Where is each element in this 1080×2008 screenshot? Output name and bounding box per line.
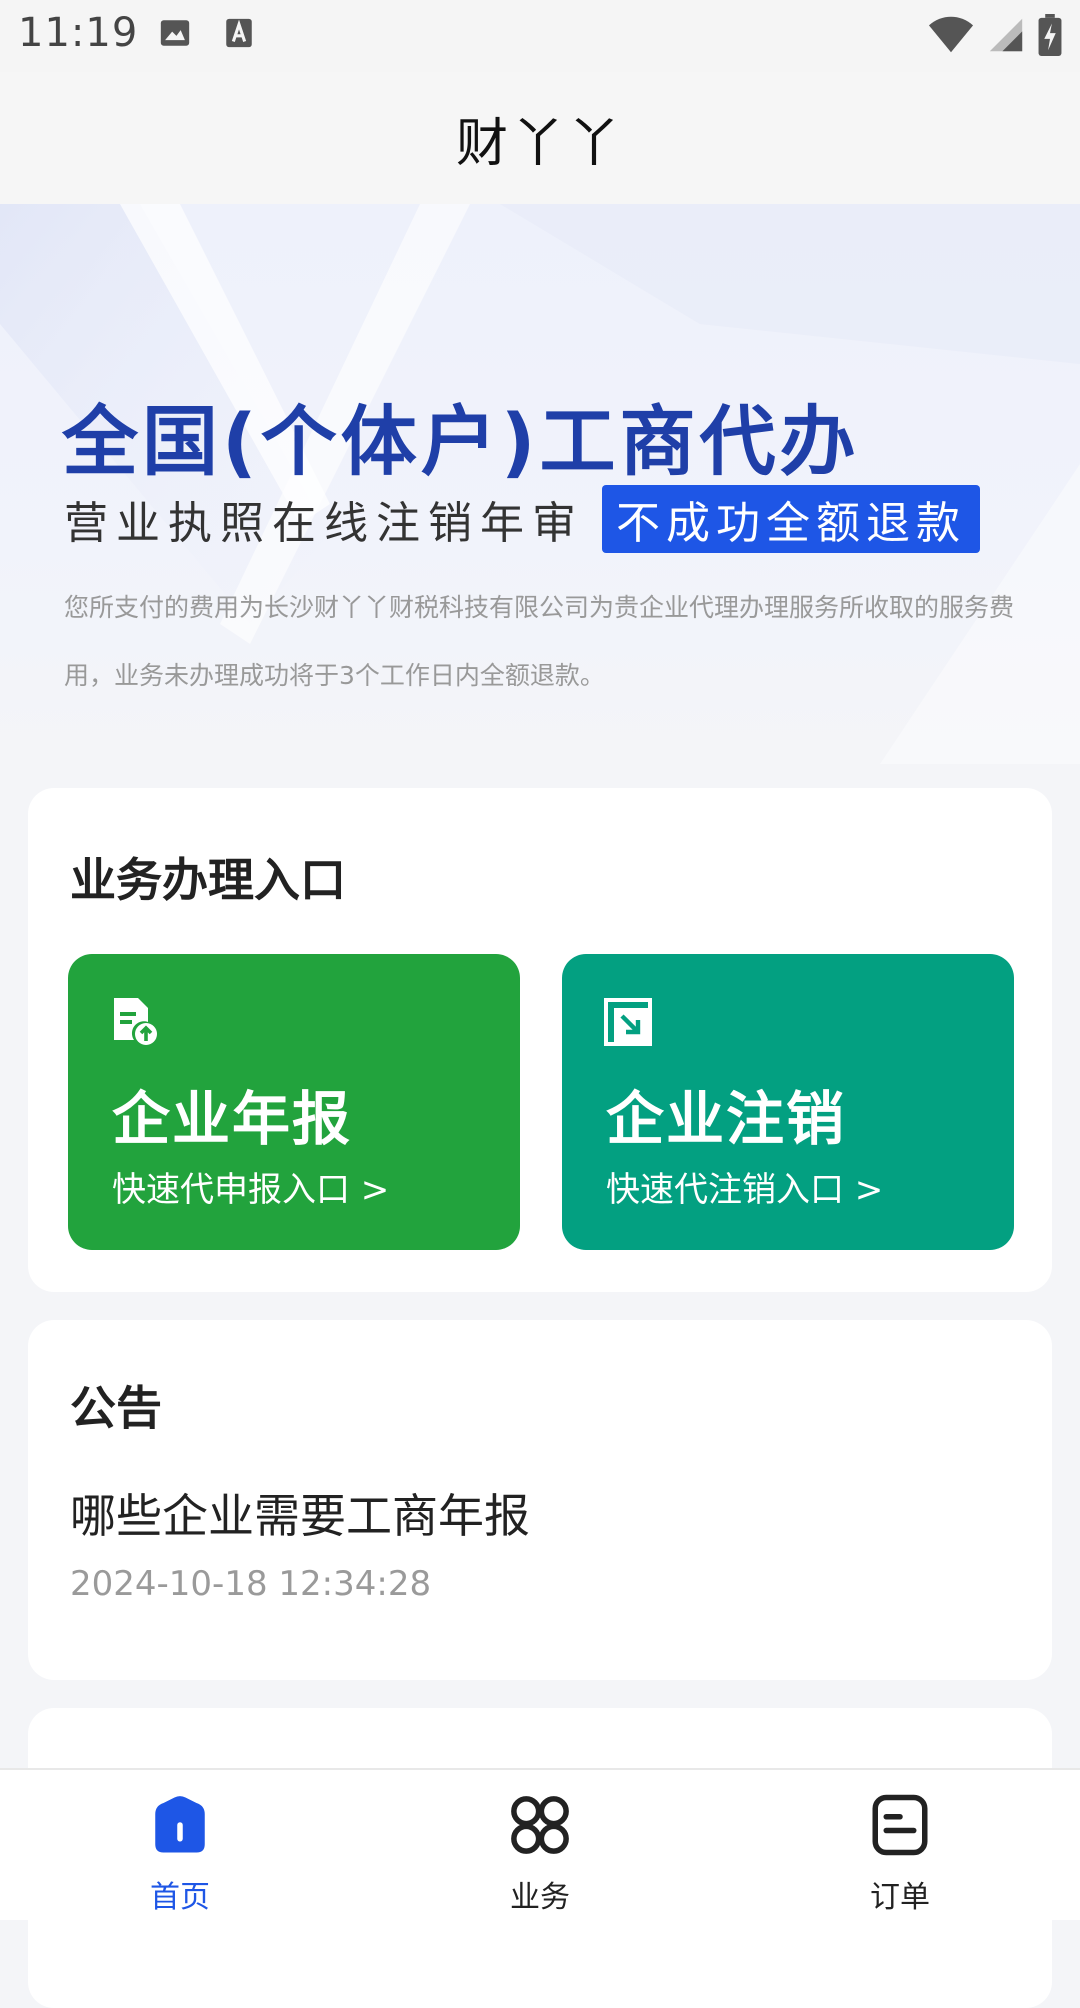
nav-label-business: 业务 — [510, 1880, 570, 1915]
grid-icon — [511, 1796, 569, 1854]
status-time: 11:19 — [18, 10, 139, 56]
image-icon — [160, 20, 190, 46]
notice-card-title: 公告 — [70, 1381, 162, 1435]
status-bar: 11:19 — [0, 0, 1080, 72]
app-header: 财丫丫 — [0, 72, 1080, 204]
annual-report-title: 企业年报 — [112, 1085, 353, 1153]
banner-subline: 营业执照在线注销年审 — [64, 498, 584, 549]
promo-banner[interactable]: 全国(个体户)工商代办 营业执照在线注销年审 不成功全额退款 您所支付的费用为长… — [0, 204, 1080, 764]
banner-headline: 全国(个体户)工商代办 — [62, 397, 860, 486]
notice-item-title[interactable]: 哪些企业需要工商年报 — [70, 1480, 530, 1546]
signal-icon — [989, 18, 1023, 52]
nav-item-home[interactable]: 首页 — [0, 1770, 360, 1920]
refund-badge: 不成功全额退款 — [602, 485, 980, 553]
bottom-nav: 首页 业务 订单 — [0, 1768, 1080, 1920]
nav-item-business[interactable]: 业务 — [360, 1770, 720, 1920]
notice-item-time: 2024-10-18 12:34:28 — [70, 1564, 432, 1604]
banner-description: 您所支付的费用为长沙财丫丫财税科技有限公司为贵企业代理办理服务所收取的服务费用，… — [64, 593, 1015, 690]
document-upload-icon — [114, 998, 157, 1045]
annual-report-link[interactable]: 快速代申报入口 > — [112, 1162, 389, 1211]
deregistration-link[interactable]: 快速代注销入口 > — [606, 1162, 883, 1211]
battery-charging-icon — [1038, 14, 1062, 56]
deregistration-title: 企业注销 — [606, 1085, 847, 1153]
entry-card-title: 业务办理入口 — [70, 853, 346, 907]
notice-card: 公告 哪些企业需要工商年报 2024-10-18 12:34:28 — [28, 1320, 1052, 1680]
nav-label-orders: 订单 — [870, 1880, 930, 1915]
exit-arrow-icon — [604, 998, 652, 1046]
home-icon — [155, 1796, 205, 1853]
business-entry-card: 业务办理入口 企业年报 快速代申报入口 > 企业注销 快速代注销入口 > — [28, 788, 1052, 1292]
page-title: 财丫丫 — [455, 113, 624, 174]
deregistration-button[interactable]: 企业注销 快速代注销入口 > — [562, 954, 1014, 1250]
wifi-icon — [928, 16, 974, 53]
nav-label-home: 首页 — [150, 1880, 210, 1915]
nav-item-orders[interactable]: 订单 — [720, 1770, 1080, 1920]
annual-report-button[interactable]: 企业年报 快速代申报入口 > — [68, 954, 520, 1250]
order-icon — [872, 1794, 928, 1856]
font-icon — [226, 18, 252, 48]
